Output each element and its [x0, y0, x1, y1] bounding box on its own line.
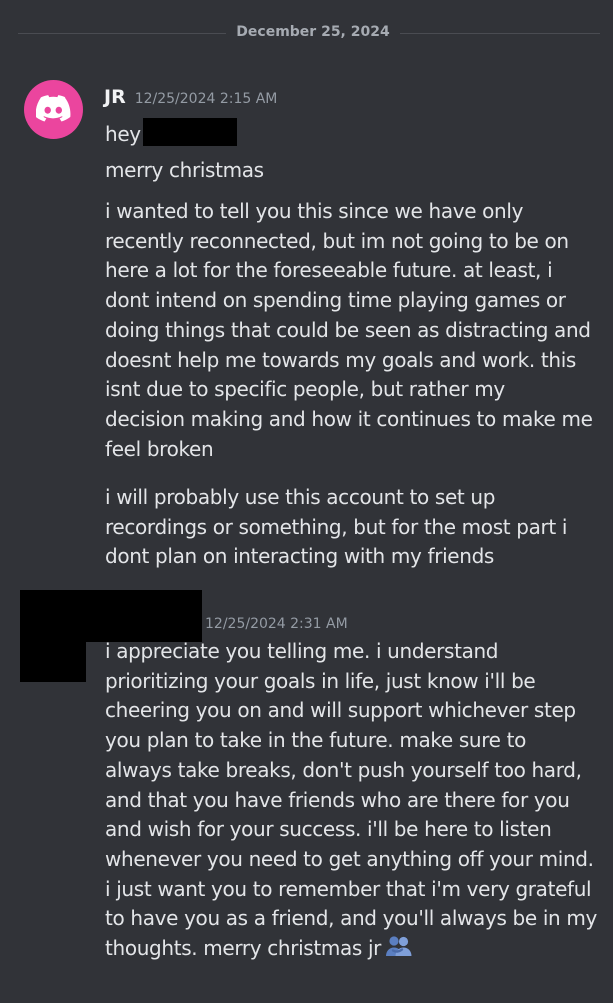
message-line: i appreciate you telling me. i understan… [105, 639, 499, 663]
message-line: and that you have friends who are there … [105, 787, 570, 812]
message-header: JR 12/25/2024 2:15 AM [104, 86, 277, 110]
message-line: i wanted to tell you this since we have … [105, 199, 524, 223]
message-line: doesnt help me towards my goals and work… [105, 347, 576, 372]
username[interactable]: JR [104, 86, 126, 108]
message-line: cheering you on and will support whichev… [105, 698, 576, 723]
redacted-username [20, 590, 202, 642]
message-paragraph: i will probably use this account to set … [105, 483, 567, 572]
divider-line-left [18, 33, 226, 34]
message-line: here a lot for the foreseeable future. a… [105, 258, 553, 283]
message-line: whenever you need to get anything off yo… [105, 846, 594, 871]
message-timestamp: 12/25/2024 2:31 AM [205, 616, 348, 632]
message-line: you plan to take in the future. make sur… [105, 728, 527, 753]
message-line: dont intend on spending time playing gam… [105, 288, 566, 313]
people-hugging-icon [385, 935, 413, 966]
redaction-bar [143, 118, 237, 146]
message-line: and wish for your success. i'll be here … [105, 817, 552, 842]
message-line: hey [105, 122, 141, 146]
message-line: thoughts. merry christmas jr [105, 936, 382, 961]
message-line: recordings or something, but for the mos… [105, 514, 568, 539]
message-line: to have you as a friend, and you'll alwa… [105, 906, 597, 931]
message-line: doing things that could be seen as distr… [105, 317, 591, 342]
message-line: i will probably use this account to set … [105, 485, 496, 509]
message-paragraph: i appreciate you telling me. i understan… [105, 637, 597, 966]
message-line: always take breaks, don't push yourself … [105, 757, 582, 782]
message-line: prioritizing your goals in life, just kn… [105, 668, 536, 693]
message-line: decision making and how it continues to … [105, 406, 593, 431]
discord-logo-icon [36, 95, 71, 122]
divider-line-right [400, 33, 600, 34]
divider-date: December 25, 2024 [236, 24, 390, 40]
message-line: isnt due to specific people, but rather … [105, 377, 505, 402]
message-paragraph: i wanted to tell you this since we have … [105, 197, 593, 464]
message-timestamp: 12/25/2024 2:15 AM [134, 91, 278, 107]
date-divider: December 25, 2024 [0, 22, 613, 44]
chat-log: December 25, 2024 JR 12/25/2024 2:15 AM h… [0, 0, 613, 1003]
message-line: i just want you to remember that i'm ver… [105, 876, 592, 901]
message-line: feel broken [105, 436, 214, 461]
avatar[interactable] [24, 80, 83, 139]
message-line: recently reconnected, but im not going t… [105, 228, 569, 253]
message-line: merry christmas [105, 158, 264, 182]
message-line: dont plan on interacting with my friends [105, 544, 494, 569]
message-last-line: thoughts. merry christmas jr [105, 934, 597, 966]
